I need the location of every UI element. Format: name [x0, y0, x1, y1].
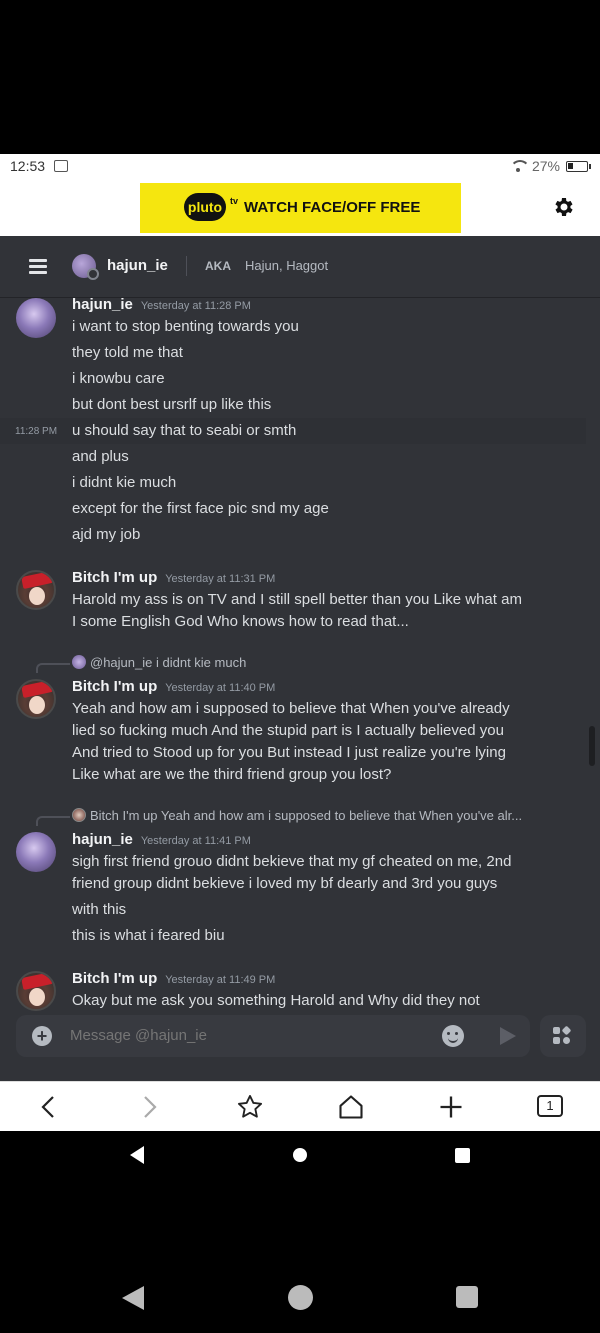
message-line: And tried to Stood up for you But instea… — [72, 744, 506, 761]
aka-label: AKA — [205, 259, 231, 273]
reply-avatar — [72, 655, 86, 669]
reply-connector — [36, 816, 70, 826]
android-nav-bar-secondary — [0, 1276, 600, 1324]
send-icon[interactable] — [500, 1027, 516, 1045]
message-line: friend group didnt bekieve i loved my bf… — [72, 875, 498, 892]
avatar[interactable] — [16, 971, 56, 1011]
message-line: and plus — [72, 448, 129, 465]
message-timestamp: Yesterday at 11:49 PM — [165, 974, 276, 986]
wifi-icon — [509, 160, 530, 172]
reply-connector — [36, 663, 70, 673]
reply-avatar — [72, 808, 86, 822]
message-line: lied so fucking much And the stupid part… — [72, 722, 504, 739]
battery-percent: 27% — [531, 158, 560, 174]
bookmark-star-icon[interactable] — [236, 1093, 264, 1121]
new-tab-plus-icon[interactable] — [437, 1093, 465, 1121]
message-timestamp: Yesterday at 11:41 PM — [140, 835, 251, 847]
message-author[interactable]: Bitch I'm up Yesterday at 11:49 PM — [72, 970, 275, 987]
message-input[interactable] — [70, 1027, 430, 1044]
ad-banner[interactable]: pluto tv WATCH FACE/OFF FREE — [140, 183, 461, 233]
android-back-icon[interactable] — [122, 1286, 144, 1310]
browser-toolbar: 1 — [0, 1081, 600, 1131]
message-author[interactable]: hajun_ie Yesterday at 11:28 PM — [72, 298, 251, 313]
message-line: i didnt kie much — [72, 474, 177, 491]
battery-icon — [566, 160, 591, 172]
reply-preview[interactable]: @hajun_ie i didnt kie much — [72, 655, 246, 670]
android-recents-icon[interactable] — [456, 1286, 478, 1308]
dm-header: hajun_ie AKA Hajun, Haggot — [0, 236, 600, 298]
message-line: this is what i feared biu — [72, 927, 225, 944]
android-home-icon[interactable] — [293, 1148, 307, 1162]
status-time: 12:53 — [10, 158, 46, 174]
message-line: except for the first face pic snd my age — [72, 500, 329, 517]
message-line: but dont best ursrlf up like this — [72, 396, 272, 413]
message-timestamp: Yesterday at 11:31 PM — [165, 573, 276, 585]
back-icon[interactable] — [38, 1094, 60, 1120]
message-author[interactable]: Bitch I'm up Yesterday at 11:31 PM — [72, 569, 275, 586]
message-author[interactable]: hajun_ie Yesterday at 11:41 PM — [72, 831, 251, 848]
home-icon[interactable] — [337, 1093, 365, 1121]
avatar[interactable] — [16, 679, 56, 719]
pluto-logo: pluto tv — [184, 193, 238, 221]
discord-app: hajun_ie AKA Hajun, Haggot hajun_ie Yeste… — [0, 236, 600, 1081]
forward-icon[interactable] — [138, 1094, 160, 1120]
message-line: Like what are we the third friend group … — [72, 766, 392, 783]
message-line: Harold my ass is on TV and I still spell… — [72, 591, 522, 608]
ad-text: WATCH FACE/OFF FREE — [244, 199, 421, 216]
message-line: Yeah and how am i supposed to believe th… — [72, 700, 510, 717]
message-list[interactable]: hajun_ie Yesterday at 11:28 PM i want to … — [0, 298, 600, 1013]
message-line: they told me that — [72, 344, 183, 361]
android-nav-bar — [0, 1131, 600, 1179]
status-right: 27% — [509, 158, 591, 174]
cast-icon — [54, 160, 68, 172]
message-line: ajd my job — [72, 526, 141, 543]
apps-icon[interactable] — [540, 1015, 586, 1057]
header-username[interactable]: hajun_ie — [107, 257, 168, 274]
message-line: i want to stop benting towards you — [72, 318, 299, 335]
reply-preview[interactable]: Bitch I'm up Yeah and how am i supposed … — [72, 808, 522, 823]
message-timestamp: Yesterday at 11:28 PM — [140, 300, 251, 312]
message-line: with this — [72, 901, 127, 918]
status-bar: 12:53 27% — [0, 154, 600, 180]
header-divider — [186, 256, 187, 276]
reply-text: Yeah and how am i supposed to believe th… — [160, 808, 523, 823]
header-avatar[interactable] — [72, 254, 99, 280]
message-line: sigh first friend grouo didnt bekieve th… — [72, 853, 512, 870]
reply-text: i didnt kie much — [155, 655, 247, 670]
message-line: Okay but me ask you something Harold and… — [72, 992, 480, 1009]
ad-bar: pluto tv WATCH FACE/OFF FREE — [0, 180, 600, 236]
tabs-count-button[interactable]: 1 — [537, 1095, 563, 1117]
message-author[interactable]: Bitch I'm up Yesterday at 11:40 PM — [72, 678, 275, 695]
scrollbar[interactable] — [589, 726, 595, 766]
message-line: u should say that to seabi or smth — [72, 422, 297, 439]
attach-plus-icon[interactable]: + — [32, 1026, 52, 1046]
avatar[interactable] — [16, 570, 56, 610]
avatar[interactable] — [16, 832, 56, 872]
message-composer: + — [16, 1015, 530, 1057]
emoji-icon[interactable] — [442, 1025, 464, 1047]
android-back-icon[interactable] — [130, 1146, 144, 1164]
menu-icon[interactable] — [29, 259, 47, 274]
gear-icon[interactable] — [551, 195, 575, 219]
hover-timestamp: 11:28 PM — [15, 426, 58, 437]
avatar[interactable] — [16, 298, 56, 338]
message-line: I some English God Who knows how to read… — [72, 613, 409, 630]
android-home-icon[interactable] — [288, 1285, 313, 1310]
android-recents-icon[interactable] — [455, 1148, 470, 1163]
aka-names: Hajun, Haggot — [245, 258, 329, 273]
message-timestamp: Yesterday at 11:40 PM — [165, 682, 276, 694]
message-line: i knowbu care — [72, 370, 165, 387]
